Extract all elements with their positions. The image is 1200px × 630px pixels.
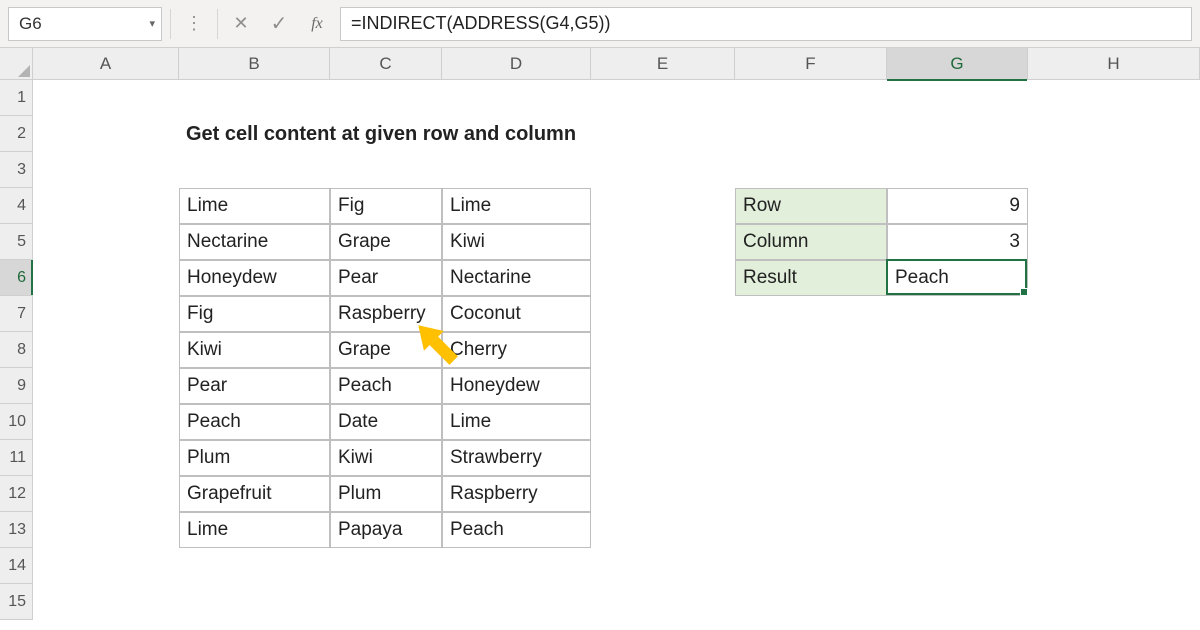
- data-cell[interactable]: Peach: [179, 404, 330, 440]
- label-result[interactable]: Result: [735, 260, 887, 296]
- column-header-A[interactable]: A: [33, 48, 179, 80]
- formula-bar: G6 ▾ ⋮ ✕ ✓ fx =INDIRECT(ADDRESS(G4,G5)): [0, 0, 1200, 48]
- row-headers: 123456789101112131415: [0, 80, 33, 620]
- row-header-5[interactable]: 5: [0, 224, 32, 260]
- data-cell[interactable]: Coconut: [442, 296, 591, 332]
- column-header-B[interactable]: B: [179, 48, 330, 80]
- data-cell[interactable]: Date: [330, 404, 442, 440]
- divider: [170, 9, 171, 39]
- dropdown-icon[interactable]: ▾: [149, 17, 155, 30]
- data-cell[interactable]: Peach: [330, 368, 442, 404]
- column-header-G[interactable]: G: [887, 48, 1028, 80]
- column-header-C[interactable]: C: [330, 48, 442, 80]
- page-title[interactable]: Get cell content at given row and column: [179, 116, 735, 152]
- label-column[interactable]: Column: [735, 224, 887, 260]
- select-all-corner[interactable]: [0, 48, 33, 80]
- data-cell[interactable]: Strawberry: [442, 440, 591, 476]
- name-box[interactable]: G6 ▾: [8, 7, 162, 41]
- row-header-11[interactable]: 11: [0, 440, 32, 476]
- row-header-10[interactable]: 10: [0, 404, 32, 440]
- fx-icon[interactable]: fx: [302, 9, 332, 39]
- row-header-15[interactable]: 15: [0, 584, 32, 620]
- data-cell[interactable]: Plum: [179, 440, 330, 476]
- data-cell[interactable]: Lime: [442, 404, 591, 440]
- row-header-3[interactable]: 3: [0, 152, 32, 188]
- data-cell[interactable]: Grape: [330, 224, 442, 260]
- value-column[interactable]: 3: [887, 224, 1028, 260]
- formula-input[interactable]: =INDIRECT(ADDRESS(G4,G5)): [340, 7, 1192, 41]
- row-header-13[interactable]: 13: [0, 512, 32, 548]
- row-header-6[interactable]: 6: [0, 260, 32, 296]
- enter-icon[interactable]: ✓: [264, 9, 294, 39]
- row-header-7[interactable]: 7: [0, 296, 32, 332]
- column-header-F[interactable]: F: [735, 48, 887, 80]
- formula-text: =INDIRECT(ADDRESS(G4,G5)): [351, 13, 611, 34]
- data-cell[interactable]: Lime: [179, 512, 330, 548]
- column-header-E[interactable]: E: [591, 48, 735, 80]
- data-cell[interactable]: Peach: [442, 512, 591, 548]
- more-icon[interactable]: ⋮: [179, 9, 209, 39]
- column-header-D[interactable]: D: [442, 48, 591, 80]
- data-cell[interactable]: Papaya: [330, 512, 442, 548]
- row-header-14[interactable]: 14: [0, 548, 32, 584]
- worksheet: ABCDEFGH 123456789101112131415 Get cell …: [0, 48, 1200, 630]
- column-headers: ABCDEFGH: [33, 48, 1200, 80]
- data-cell[interactable]: Kiwi: [179, 332, 330, 368]
- data-cell[interactable]: Raspberry: [330, 296, 442, 332]
- data-cell[interactable]: Kiwi: [442, 224, 591, 260]
- row-header-1[interactable]: 1: [0, 80, 32, 116]
- data-cell[interactable]: Nectarine: [442, 260, 591, 296]
- label-row[interactable]: Row: [735, 188, 887, 224]
- row-header-4[interactable]: 4: [0, 188, 32, 224]
- data-cell[interactable]: Lime: [442, 188, 591, 224]
- value-result[interactable]: Peach: [887, 260, 1028, 296]
- row-header-12[interactable]: 12: [0, 476, 32, 512]
- row-header-2[interactable]: 2: [0, 116, 32, 152]
- data-cell[interactable]: Honeydew: [442, 368, 591, 404]
- data-cell[interactable]: Nectarine: [179, 224, 330, 260]
- divider: [217, 9, 218, 39]
- data-cell[interactable]: Lime: [179, 188, 330, 224]
- value-row[interactable]: 9: [887, 188, 1028, 224]
- row-header-8[interactable]: 8: [0, 332, 32, 368]
- data-cell[interactable]: Fig: [179, 296, 330, 332]
- data-cell[interactable]: Cherry: [442, 332, 591, 368]
- data-cell[interactable]: Grapefruit: [179, 476, 330, 512]
- data-cell[interactable]: Grape: [330, 332, 442, 368]
- data-cell[interactable]: Honeydew: [179, 260, 330, 296]
- data-cell[interactable]: Plum: [330, 476, 442, 512]
- row-header-9[interactable]: 9: [0, 368, 32, 404]
- cancel-icon[interactable]: ✕: [226, 9, 256, 39]
- data-cell[interactable]: Pear: [179, 368, 330, 404]
- data-cell[interactable]: Pear: [330, 260, 442, 296]
- data-cell[interactable]: Kiwi: [330, 440, 442, 476]
- name-box-value: G6: [19, 14, 42, 34]
- column-header-H[interactable]: H: [1028, 48, 1200, 80]
- data-cell[interactable]: Fig: [330, 188, 442, 224]
- data-cell[interactable]: Raspberry: [442, 476, 591, 512]
